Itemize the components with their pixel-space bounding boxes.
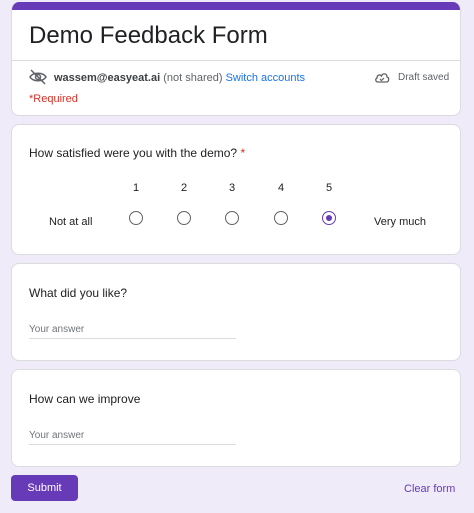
scale-number-1: 1 [132,182,140,194]
cloud-check-icon [375,73,390,83]
scale-low-label: Not at all [49,216,93,228]
scale-number-4: 4 [277,182,285,194]
question-title: How can we improve [29,392,141,406]
header-accent-bar [12,2,460,10]
improve-answer-input[interactable] [29,427,236,445]
question-title-text: How satisfied were you with the demo? [29,146,238,160]
scale-radio-3[interactable] [225,211,239,225]
question-improve-card: How can we improve [11,369,461,467]
question-title: What did you like? [29,286,128,300]
form-header-card: Demo Feedback Form wassem@easyeat.ai (no… [11,2,461,116]
scale-radio-1[interactable] [129,211,143,225]
submit-button[interactable]: Submit [11,475,78,501]
scale-high-label: Very much [374,216,426,228]
switch-accounts-link[interactable]: Switch accounts [226,72,305,84]
liked-answer-input[interactable] [29,321,236,339]
required-asterisk: * [240,146,246,160]
form-title: Demo Feedback Form [29,22,268,49]
not-shared-label: (not shared) [163,72,223,84]
question-title: How satisfied were you with the demo? * [29,145,245,161]
scale-radio-2[interactable] [177,211,191,225]
scale-radio-5[interactable] [322,211,336,225]
question-satisfaction-card: How satisfied were you with the demo? * … [11,124,461,255]
scale-number-3: 3 [228,182,236,194]
clear-form-link[interactable]: Clear form [404,482,455,496]
required-note: *Required [29,93,78,105]
account-row: wassem@easyeat.ai (not shared) Switch ac… [12,60,460,92]
scale-number-5: 5 [325,182,333,194]
account-info: wassem@easyeat.ai (not shared) Switch ac… [54,71,305,85]
scale-number-2: 2 [180,182,188,194]
question-liked-card: What did you like? [11,263,461,361]
account-email: wassem@easyeat.ai [54,72,161,84]
draft-saved-status: Draft saved [398,72,450,83]
eye-slash-icon [29,69,47,85]
scale-radio-4[interactable] [274,211,288,225]
